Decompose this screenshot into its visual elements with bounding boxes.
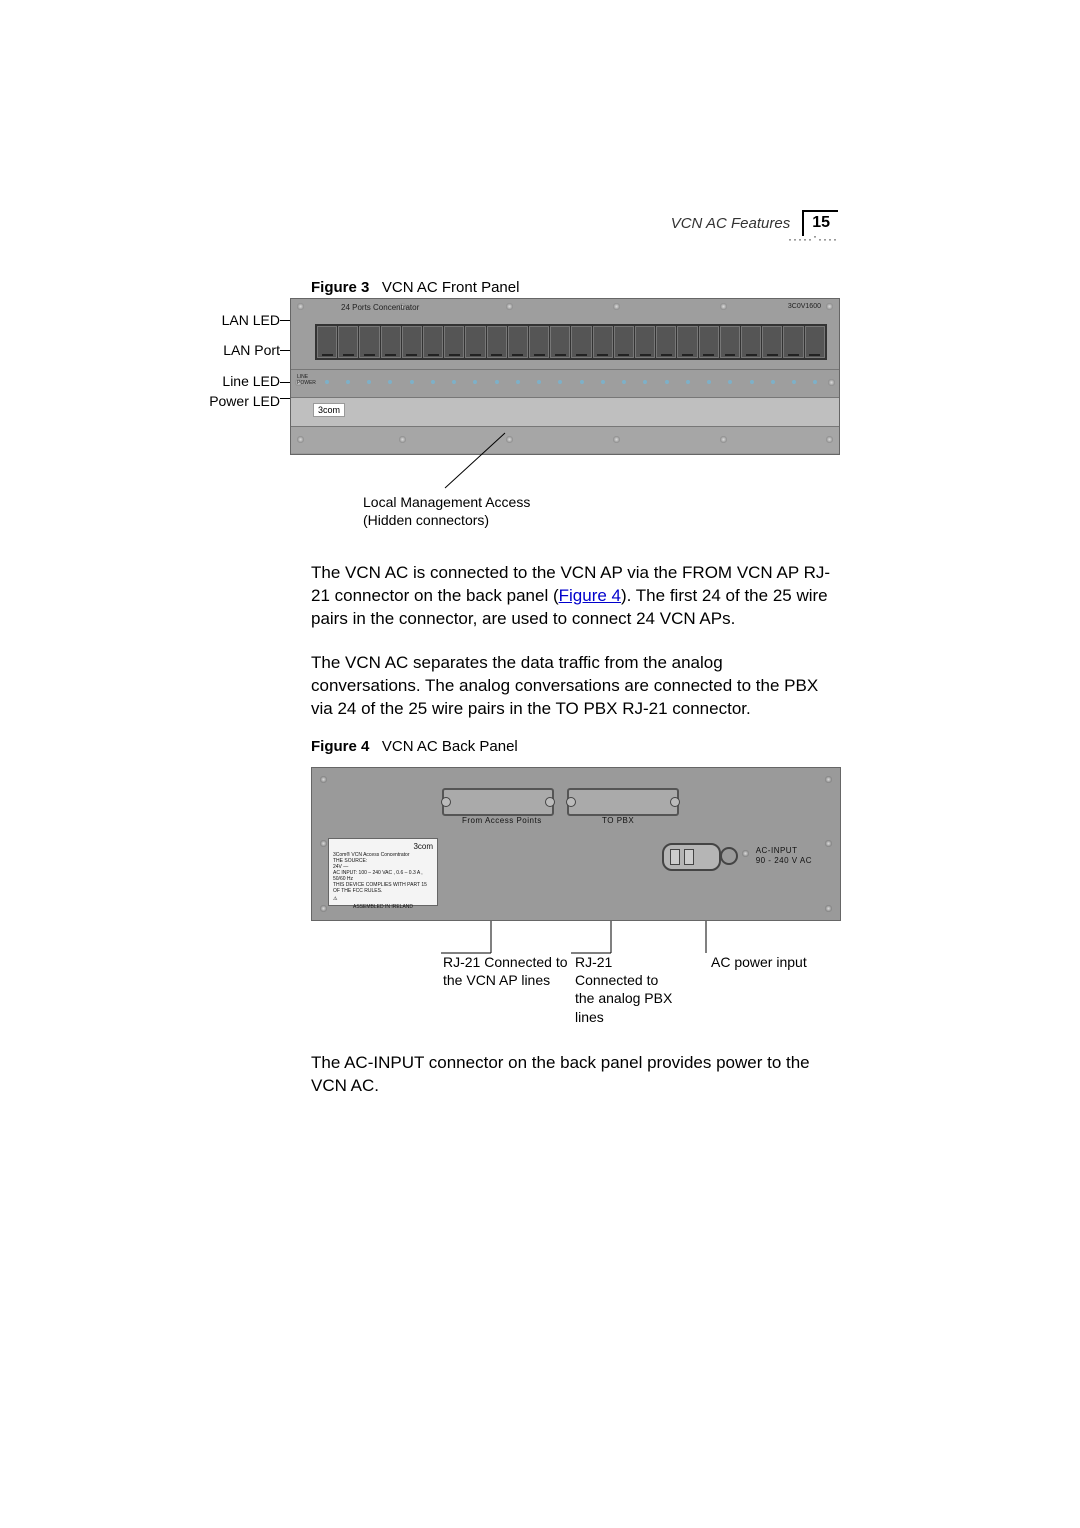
rj21-from-ap-icon xyxy=(442,788,554,816)
header-decoration: ·········· xyxy=(788,232,838,246)
paragraph-2: The VCN AC separates the data traffic fr… xyxy=(311,652,836,721)
label-line-led: Line LED xyxy=(135,374,280,389)
label-lan-port: LAN Port xyxy=(135,343,280,358)
callout-line-icon xyxy=(415,418,515,498)
threecom-logo: 3com xyxy=(313,403,345,417)
rj21-to-pbx-icon xyxy=(567,788,679,816)
figure4-prefix: Figure 4 xyxy=(311,738,369,755)
callout-rj21-pbx: RJ-21 Connected to the analog PBX lines xyxy=(575,953,672,1026)
figure4-title: VCN AC Back Panel xyxy=(382,738,518,755)
front-panel-svg: 24 Ports Concentrator 3C0V1600 LINE POWE… xyxy=(290,298,840,455)
figure4-caption: Figure 4 VCN AC Back Panel xyxy=(311,738,836,755)
page: VCN AC Features 15 ·········· Figure 3 V… xyxy=(0,0,1080,1528)
fp-row2-side: LINE POWER xyxy=(297,374,316,386)
figure3-caption: Figure 3 VCN AC Front Panel xyxy=(311,279,836,296)
paragraph-1: The VCN AC is connected to the VCN AP vi… xyxy=(311,562,836,631)
callout-ac-power: AC power input xyxy=(711,953,807,971)
fp-led-row: LINE POWER xyxy=(291,370,839,398)
back-panel-info-label: 3com 3Com® VCN Access Concentrator THE S… xyxy=(328,838,438,906)
back-panel-svg: From Access Points TO PBX 3com 3Com® VCN… xyxy=(311,767,841,921)
rj21-from-ap-label: From Access Points xyxy=(462,816,542,825)
fp-leds xyxy=(319,377,823,387)
figure3-callout: Local Management Access (Hidden connecto… xyxy=(363,493,530,529)
fp-title: 24 Ports Concentrator xyxy=(341,303,419,312)
fp-model: 3C0V1600 xyxy=(788,303,821,310)
rj21-to-pbx-label: TO PBX xyxy=(602,816,634,825)
label-lan-led: LAN LED xyxy=(135,313,280,328)
figure3-title: VCN AC Front Panel xyxy=(382,279,520,296)
ac-input-label: AC-INPUT 90 - 240 V AC xyxy=(756,846,812,865)
callout-rj21-ap: RJ-21 Connected to the VCN AP lines xyxy=(443,953,568,989)
fp-logo-row: 3com xyxy=(291,398,839,427)
fp-ports-row: 24 Ports Concentrator 3C0V1600 xyxy=(291,299,839,370)
paragraph-3: The AC-INPUT connector on the back panel… xyxy=(311,1052,836,1098)
power-socket-icon xyxy=(720,847,738,865)
figure4-callouts: RJ-21 Connected to the VCN AP lines RJ-2… xyxy=(311,921,839,1001)
section-title: VCN AC Features xyxy=(671,215,790,232)
label-power-led: Power LED xyxy=(135,394,280,409)
fp-bottom-row xyxy=(291,427,839,453)
figure3-side-labels: LAN LED LAN Port Line LED Power LED xyxy=(135,313,280,425)
link-figure4[interactable]: Figure 4 xyxy=(559,586,621,605)
figure3-prefix: Figure 3 xyxy=(311,279,369,296)
fp-port-strip xyxy=(315,324,827,360)
power-switch-icon xyxy=(662,843,721,871)
